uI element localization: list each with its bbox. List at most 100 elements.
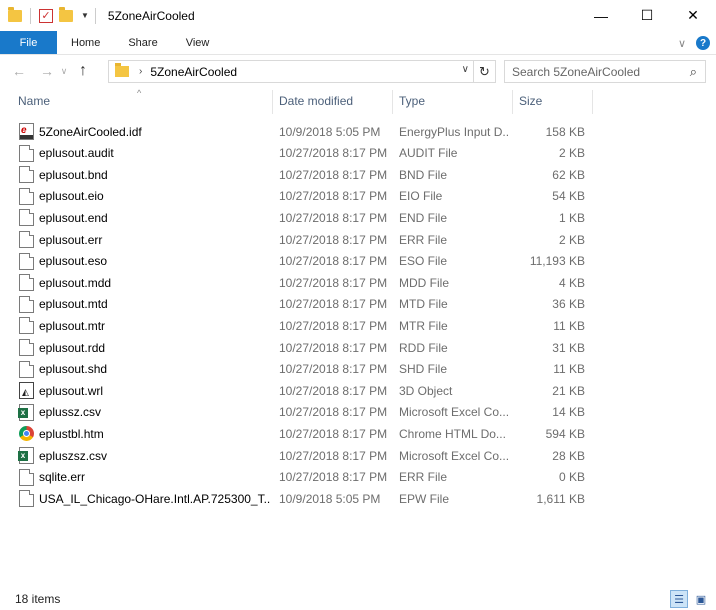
ribbon-right-controls: ∨ ? — [678, 31, 710, 55]
column-header-size[interactable]: Size — [513, 88, 591, 114]
file-name: eplussz.csv — [39, 405, 102, 420]
file-row[interactable]: eplusout.audit 10/27/2018 8:17 PM AUDIT Fi… — [0, 143, 716, 164]
file-size: 31 KB — [552, 340, 585, 355]
file-size: 11,193 KB — [529, 254, 585, 269]
file-type: MTD File — [399, 297, 448, 312]
file-size: 2 KB — [558, 146, 585, 161]
file-size: 14 KB — [552, 405, 585, 420]
file-date-modified: 10/9/2018 5:05 PM — [279, 124, 381, 139]
ribbon-tabs: File Home Share View ∨ ? — [0, 31, 716, 55]
file-type: ERR File — [399, 232, 448, 247]
file-row[interactable]: eplusout.mdd 10/27/2018 8:17 PM MDD File 4 … — [0, 272, 716, 293]
file-name: eplusout.mdd — [39, 275, 112, 290]
excel-file-icon: x — [18, 447, 34, 464]
file-type: MTR File — [399, 318, 448, 333]
details-view-button[interactable]: ☰ — [670, 590, 688, 608]
file-name: epluszsz.csv — [39, 448, 108, 463]
file-type: ESO File — [399, 254, 448, 269]
file-row[interactable]: eplusout.end 10/27/2018 8:17 PM END File 1 … — [0, 207, 716, 228]
file-row[interactable]: eplustbl.htm 10/27/2018 8:17 PM Chrome HTM… — [0, 423, 716, 444]
address-dropdown-chevron-icon[interactable]: ∨ — [462, 64, 469, 75]
file-type: RDD File — [399, 340, 448, 355]
column-divider[interactable] — [592, 90, 593, 114]
file-date-modified: 10/27/2018 8:17 PM — [279, 362, 388, 377]
file-type: BND File — [399, 167, 448, 182]
file-row[interactable]: eplusout.err 10/27/2018 8:17 PM ERR File 2 … — [0, 229, 716, 250]
status-bar: 18 items ☰ ▣ — [0, 588, 716, 610]
up-button[interactable]: ↑ — [72, 62, 94, 80]
file-size: 1,611 KB — [536, 491, 585, 506]
file-name: eplusout.bnd — [39, 167, 108, 182]
close-button[interactable]: ✕ — [670, 0, 716, 31]
file-row[interactable]: eplusout.shd 10/27/2018 8:17 PM SHD File 11… — [0, 359, 716, 380]
folder-icon — [115, 63, 129, 77]
file-date-modified: 10/27/2018 8:17 PM — [279, 189, 388, 204]
document-icon — [19, 339, 34, 356]
large-icons-view-button[interactable]: ▣ — [692, 590, 710, 608]
navigation-bar: ← → ∨ ↑ › 5ZoneAirCooled ∨ ↻ Search 5Zon… — [0, 56, 716, 86]
chrome-icon — [19, 426, 34, 442]
file-date-modified: 10/27/2018 8:17 PM — [279, 232, 388, 247]
file-row[interactable]: eplusout.eio 10/27/2018 8:17 PM EIO File 54… — [0, 186, 716, 207]
expand-ribbon-chevron-icon[interactable]: ∨ — [678, 37, 686, 50]
window-controls: — ☐ ✕ — [578, 0, 716, 31]
file-size: 0 KB — [558, 470, 585, 485]
file-row[interactable]: e 5ZoneAirCooled.idf 10/9/2018 5:05 PM Ener… — [0, 121, 716, 142]
customize-toolbar-chevron-icon[interactable]: ▼ — [81, 11, 89, 20]
file-date-modified: 10/27/2018 8:17 PM — [279, 383, 388, 398]
file-row[interactable]: sqlite.err 10/27/2018 8:17 PM ERR File 0 KB — [0, 467, 716, 488]
column-header-date-modified[interactable]: Date modified — [273, 88, 391, 114]
file-date-modified: 10/27/2018 8:17 PM — [279, 340, 388, 355]
file-type: ERR File — [399, 470, 448, 485]
file-row[interactable]: ◭ eplusout.wrl 10/27/2018 8:17 PM 3D Object… — [0, 380, 716, 401]
forward-button[interactable]: → — [36, 63, 58, 79]
file-name: eplusout.eso — [39, 254, 108, 269]
file-date-modified: 10/27/2018 8:17 PM — [279, 426, 388, 441]
document-icon — [19, 252, 34, 270]
file-row[interactable]: eplusout.eso 10/27/2018 8:17 PM ESO File 11… — [0, 251, 716, 272]
back-button[interactable]: ← — [8, 63, 30, 79]
document-icon — [19, 295, 34, 313]
divider — [94, 7, 96, 24]
file-size: 594 KB — [545, 426, 585, 441]
breadcrumb-separator-icon[interactable]: › — [139, 66, 142, 77]
divider — [30, 7, 31, 24]
item-count: 18 items — [15, 592, 61, 606]
minimize-button[interactable]: — — [578, 0, 624, 31]
tab-file[interactable]: File — [0, 31, 57, 54]
help-icon[interactable]: ? — [696, 36, 710, 50]
file-row[interactable]: x eplussz.csv 10/27/2018 8:17 PM Microsoft … — [0, 402, 716, 423]
file-row[interactable]: eplusout.mtd 10/27/2018 8:17 PM MTD File 36… — [0, 294, 716, 315]
file-row[interactable]: eplusout.bnd 10/27/2018 8:17 PM BND File 62… — [0, 164, 716, 185]
file-name: 5ZoneAirCooled.idf — [39, 124, 142, 139]
file-name: eplusout.err — [39, 232, 103, 247]
search-input[interactable]: Search 5ZoneAirCooled ⌕ — [504, 60, 706, 83]
window-title: 5ZoneAirCooled — [107, 8, 195, 23]
file-name: eplusout.mtd — [39, 297, 108, 312]
quick-access-toolbar: ✓ ▼ — [0, 0, 102, 31]
document-icon — [19, 490, 34, 508]
breadcrumb[interactable]: 5ZoneAirCooled — [150, 65, 237, 79]
refresh-button[interactable]: ↻ — [473, 61, 495, 82]
tab-share[interactable]: Share — [114, 31, 171, 54]
address-bar[interactable]: › 5ZoneAirCooled ∨ ↻ — [108, 60, 496, 83]
search-placeholder: Search 5ZoneAirCooled — [512, 64, 641, 79]
column-header-type[interactable]: Type — [393, 88, 511, 114]
document-icon — [19, 360, 34, 378]
document-icon — [19, 231, 34, 248]
file-date-modified: 10/27/2018 8:17 PM — [279, 275, 388, 290]
file-row[interactable]: eplusout.rdd 10/27/2018 8:17 PM RDD File 31… — [0, 337, 716, 358]
file-row[interactable]: USA_IL_Chicago-OHare.Intl.AP.725300_T...… — [0, 488, 716, 509]
new-folder-icon[interactable] — [59, 6, 73, 22]
maximize-button[interactable]: ☐ — [624, 0, 670, 31]
document-icon — [19, 144, 34, 162]
tab-home[interactable]: Home — [57, 31, 114, 54]
recent-locations-chevron-icon[interactable]: ∨ — [58, 66, 70, 77]
file-row[interactable]: x epluszsz.csv 10/27/2018 8:17 PM Microsoft… — [0, 445, 716, 466]
file-row[interactable]: eplusout.mtr 10/27/2018 8:17 PM MTR File 11… — [0, 315, 716, 336]
tab-view[interactable]: View — [172, 31, 224, 54]
column-header-name[interactable]: Name — [12, 88, 270, 114]
file-type: EPW File — [399, 491, 450, 506]
properties-icon[interactable]: ✓ — [39, 8, 53, 23]
file-date-modified: 10/27/2018 8:17 PM — [279, 470, 388, 485]
